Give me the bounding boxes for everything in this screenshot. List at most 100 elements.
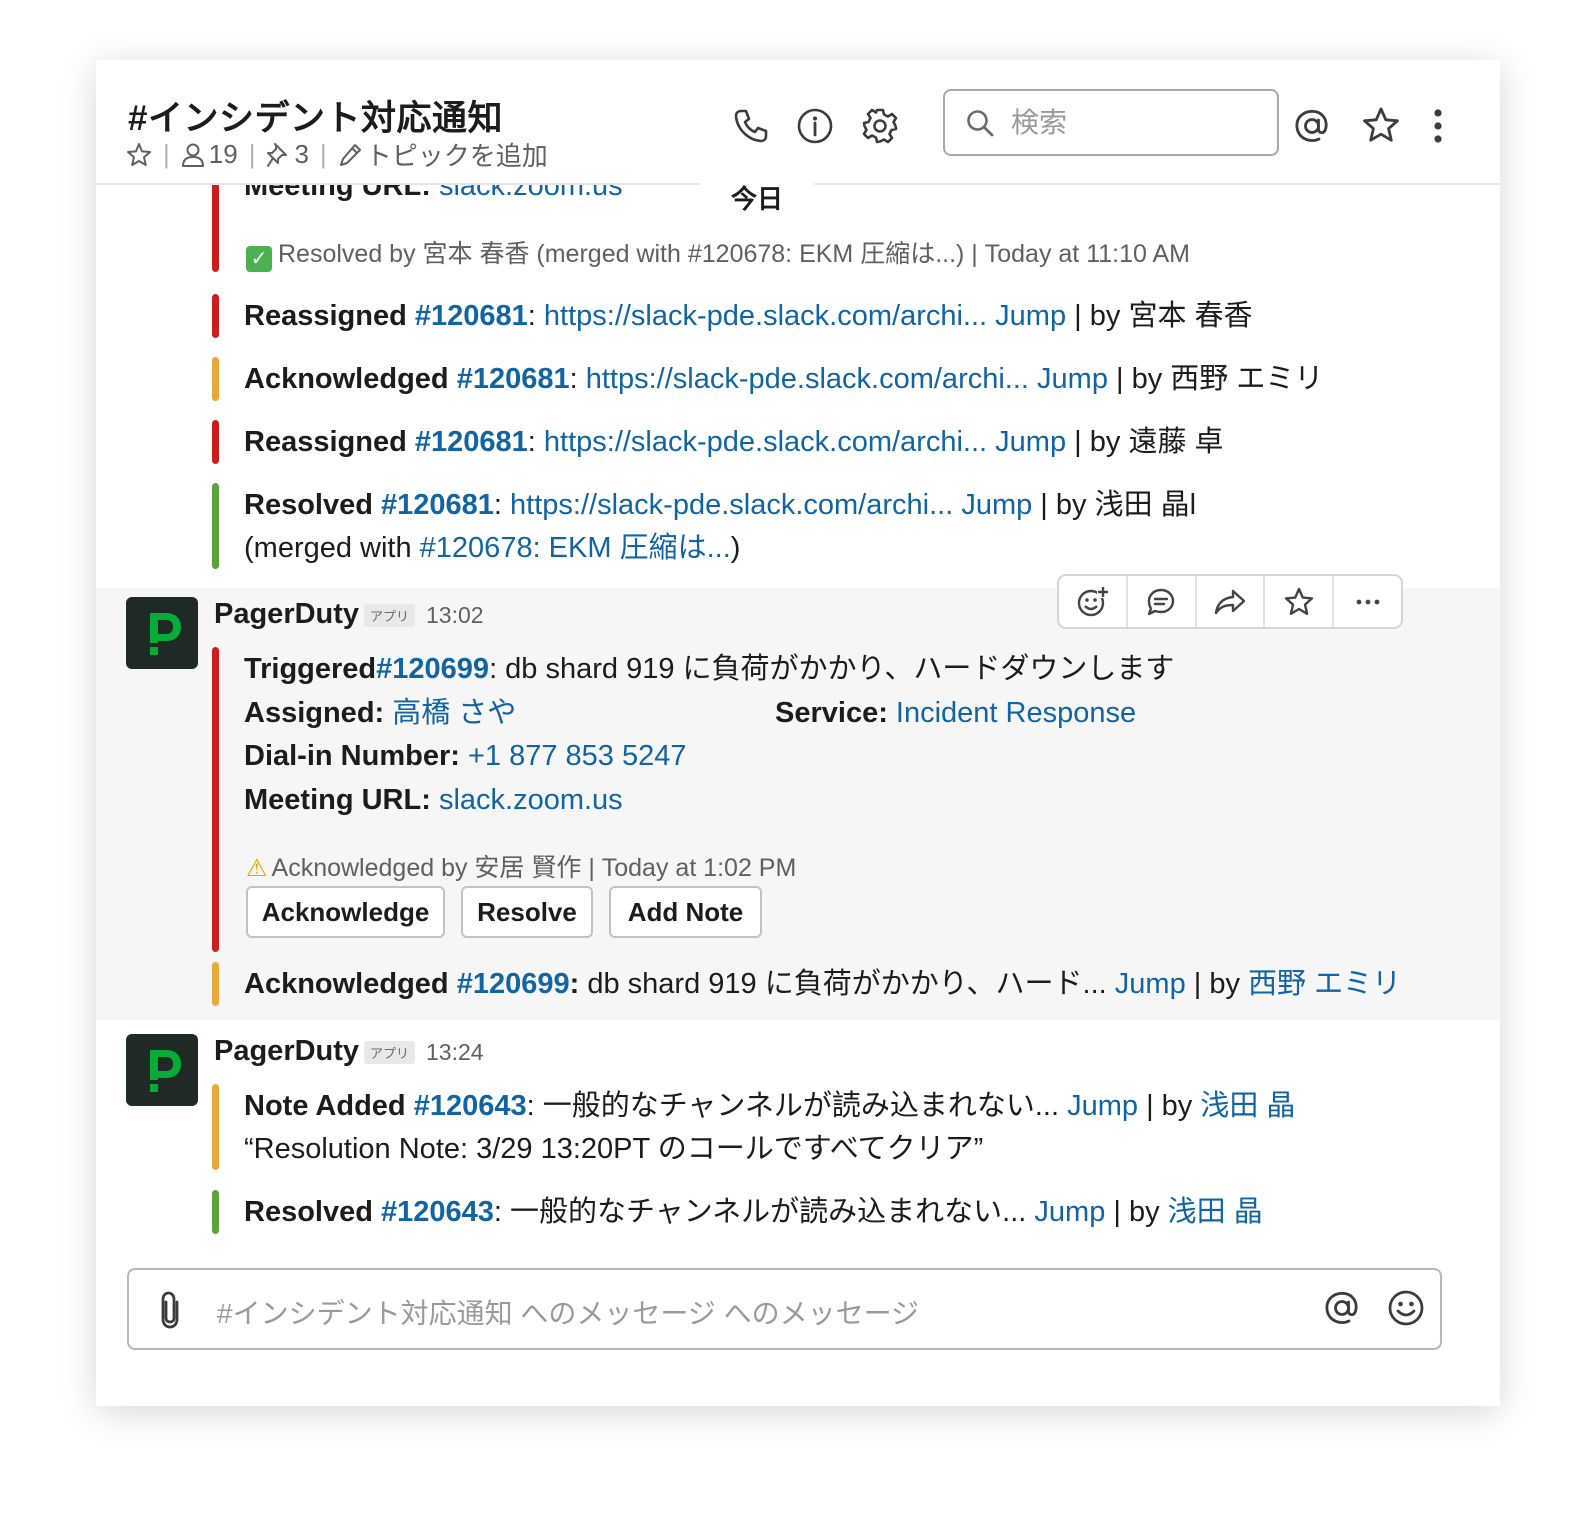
attachment-bar-red [212,294,219,338]
at-sign-icon [1325,1291,1358,1324]
incident-link[interactable]: #120643 [381,1196,494,1228]
add-note-button[interactable]: Add Note [609,886,762,938]
attachment-bar-red [212,420,219,464]
add-topic-button[interactable]: トピックを追加 [338,136,548,173]
channel-name[interactable]: #インシデント対応通知 [128,90,503,141]
archive-link[interactable]: https://slack-pde.slack.com/archi... [544,300,987,332]
user-link[interactable]: 浅田 晶 [1200,1090,1295,1122]
jump-link[interactable]: Jump [1034,1196,1105,1228]
incident-link[interactable]: #120681 [381,489,494,521]
incident-link[interactable]: #120681 [415,426,528,458]
merged-line: (merged with #120678: EKM 圧縮は...) [244,532,741,564]
jump-link[interactable]: Jump [995,300,1066,332]
emoji-button[interactable] [1386,1288,1426,1333]
add-reaction-icon [1078,585,1110,616]
warning-icon: ⚠ [246,855,268,882]
meeting-url-link[interactable]: slack.zoom.us [439,784,623,816]
archive-link[interactable]: https://slack-pde.slack.com/archi... [510,489,953,521]
message-actions-toolbar [1057,574,1403,629]
attachment-bar-yellow [212,962,219,1006]
incident-link[interactable]: #120699 [376,653,489,685]
dial-in-link[interactable]: +1 877 853 5247 [468,740,687,772]
jump-link[interactable]: Jump [1115,968,1186,1000]
service-link[interactable]: Incident Response [896,697,1136,729]
star-icon [1363,107,1399,142]
slack-window: Meeting URL: slack.zoom.us ✓ Resolved by … [96,60,1500,1406]
archive-link[interactable]: https://slack-pde.slack.com/archi... [586,363,1029,395]
pencil-icon [339,143,361,166]
message-composer[interactable]: #インシデント対応通知 へのメッセージ へのメッセージ [127,1268,1442,1350]
smiley-icon [1388,1290,1424,1326]
member-count-button[interactable]: 19 [181,139,238,170]
jump-link[interactable]: Jump [1037,363,1108,395]
resolve-button[interactable]: Resolve [461,886,593,938]
app-badge: アプリ [364,604,416,627]
meeting-url-field: Meeting URL: slack.zoom.us [244,784,623,816]
share-message-button[interactable] [1197,576,1266,627]
pagerduty-avatar[interactable] [126,597,198,669]
service-field: Service: Incident Response [775,697,1137,729]
add-reaction-button[interactable] [1059,576,1128,627]
merged-incident-link[interactable]: #120678: EKM 圧縮は... [420,532,731,564]
incident-link[interactable]: #120681 [415,300,528,332]
sender-name[interactable]: PagerDuty [214,1035,359,1068]
event-line: Acknowledged #120699: db shard 919 に負荷がか… [244,968,1402,1000]
share-arrow-icon [1214,589,1246,614]
assignee-link[interactable]: 高橋 さや [392,697,516,729]
jump-link[interactable]: Jump [961,489,1032,521]
acknowledged-note: ⚠ Acknowledged by 安居 賢作 | Today at 1:02 P… [246,854,797,882]
pinned-count-button[interactable]: 3 [266,139,309,170]
incident-link[interactable]: #120699 [457,968,570,1000]
paperclip-icon [161,1291,179,1329]
attachment-bar-red [212,647,219,952]
info-icon [797,108,833,144]
call-button[interactable] [729,104,773,148]
star-outline-icon [127,142,151,166]
save-message-button[interactable] [1265,576,1335,627]
resolution-note-quote: “Resolution Note: 3/29 13:20PT のコールですべてク… [244,1133,984,1165]
mentions-button[interactable] [1290,104,1334,148]
incident-link[interactable]: #120643 [414,1090,527,1122]
jump-link[interactable]: Jump [1067,1090,1138,1122]
pin-icon [267,142,288,167]
user-link[interactable]: 西野 エミリ [1248,968,1401,1000]
message-timestamp[interactable]: 13:02 [426,602,484,629]
channel-header: #インシデント対応通知 | 19 | 3 | トピックを追加 検索 [96,60,1500,185]
event-line: Resolved #120681: https://slack-pde.slac… [244,489,1197,521]
mention-button[interactable] [1322,1288,1362,1333]
channel-details-button[interactable] [793,104,837,148]
assigned-field: Assigned: 高橋 さや [244,697,517,729]
search-input[interactable] [1009,105,1273,140]
star-channel-button[interactable] [126,142,152,168]
app-badge: アプリ [364,1041,416,1064]
start-thread-button[interactable] [1128,576,1197,627]
incident-link[interactable]: #120681 [457,363,570,395]
more-menu-button[interactable] [1416,104,1460,148]
attachment-bar-green [212,483,219,569]
pagerduty-logo-icon [150,613,181,655]
saved-items-button[interactable] [1359,104,1403,148]
sender-name[interactable]: PagerDuty [214,598,359,631]
at-sign-icon [1295,109,1328,142]
message-timestamp[interactable]: 13:24 [426,1039,484,1066]
person-icon [181,143,204,167]
channel-settings-button[interactable] [858,104,902,148]
event-line: Reassigned #120681: https://slack-pde.sl… [244,300,1253,332]
archive-link[interactable]: https://slack-pde.slack.com/archi... [544,426,987,458]
triggered-line: Triggered#120699: db shard 919 に負荷がかかり、ハ… [244,653,1175,685]
thread-icon [1147,588,1175,615]
search-box[interactable] [943,89,1279,156]
date-divider-label[interactable]: 今日 [700,171,814,226]
jump-link[interactable]: Jump [995,426,1066,458]
channel-meta: | 19 | 3 | トピックを追加 [126,136,548,173]
user-link[interactable]: 浅田 晶 [1168,1196,1263,1228]
more-actions-button[interactable] [1334,576,1401,627]
attachment-bar-yellow [212,357,219,401]
phone-icon [734,109,768,143]
attach-file-button[interactable] [153,1290,189,1335]
dial-in-field: Dial-in Number: +1 877 853 5247 [244,740,687,772]
acknowledge-button[interactable]: Acknowledge [246,886,445,938]
pagerduty-avatar[interactable] [126,1034,198,1106]
check-icon: ✓ [246,246,272,272]
star-icon [1284,587,1313,615]
